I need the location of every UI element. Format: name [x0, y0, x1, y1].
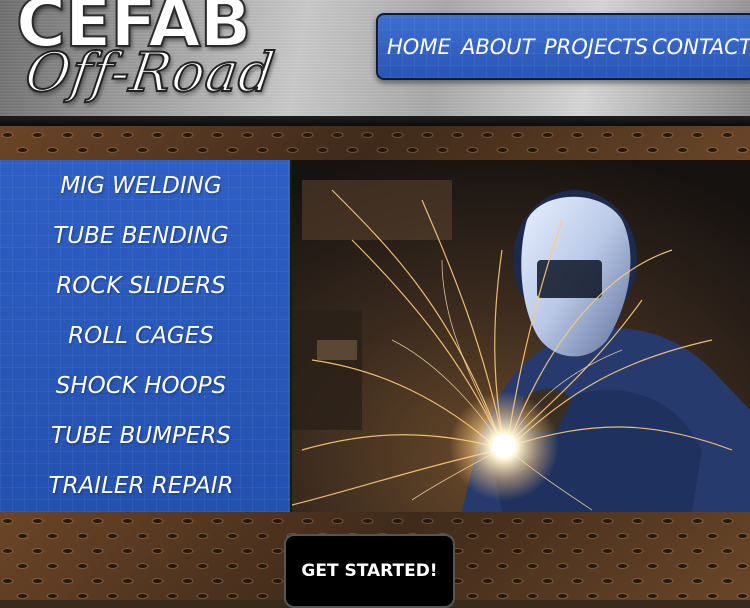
nav-about[interactable]: ABOUT	[461, 37, 535, 58]
diamond-plate-band-top	[0, 126, 750, 160]
service-mig-welding[interactable]: MIG WELDING	[0, 175, 282, 198]
services-list: MIG WELDING TUBE BENDING ROCK SLIDERS RO…	[0, 160, 292, 512]
site-header: CEFAB Off-Road HOME ABOUT PROJECTS CONTA…	[0, 0, 750, 122]
main-nav: HOME ABOUT PROJECTS CONTACT	[376, 13, 750, 80]
service-tube-bending[interactable]: TUBE BENDING	[0, 225, 282, 248]
nav-projects[interactable]: PROJECTS	[544, 37, 648, 58]
service-tube-bumpers[interactable]: TUBE BUMPERS	[0, 425, 282, 448]
header-divider	[0, 116, 750, 126]
welder-photo-illustration	[292, 160, 750, 512]
hero-welding-image	[292, 160, 750, 512]
brand-logo-tagline: Off-Road	[21, 40, 280, 105]
service-rock-sliders[interactable]: ROCK SLIDERS	[0, 275, 282, 298]
service-roll-cages[interactable]: ROLL CAGES	[0, 325, 282, 348]
service-shock-hoops[interactable]: SHOCK HOOPS	[0, 375, 282, 398]
service-trailer-repair[interactable]: TRAILER REPAIR	[0, 475, 282, 498]
nav-contact[interactable]: CONTACT	[652, 37, 750, 58]
get-started-button[interactable]: GET STARTED!	[284, 534, 455, 608]
nav-home[interactable]: HOME	[387, 37, 451, 58]
